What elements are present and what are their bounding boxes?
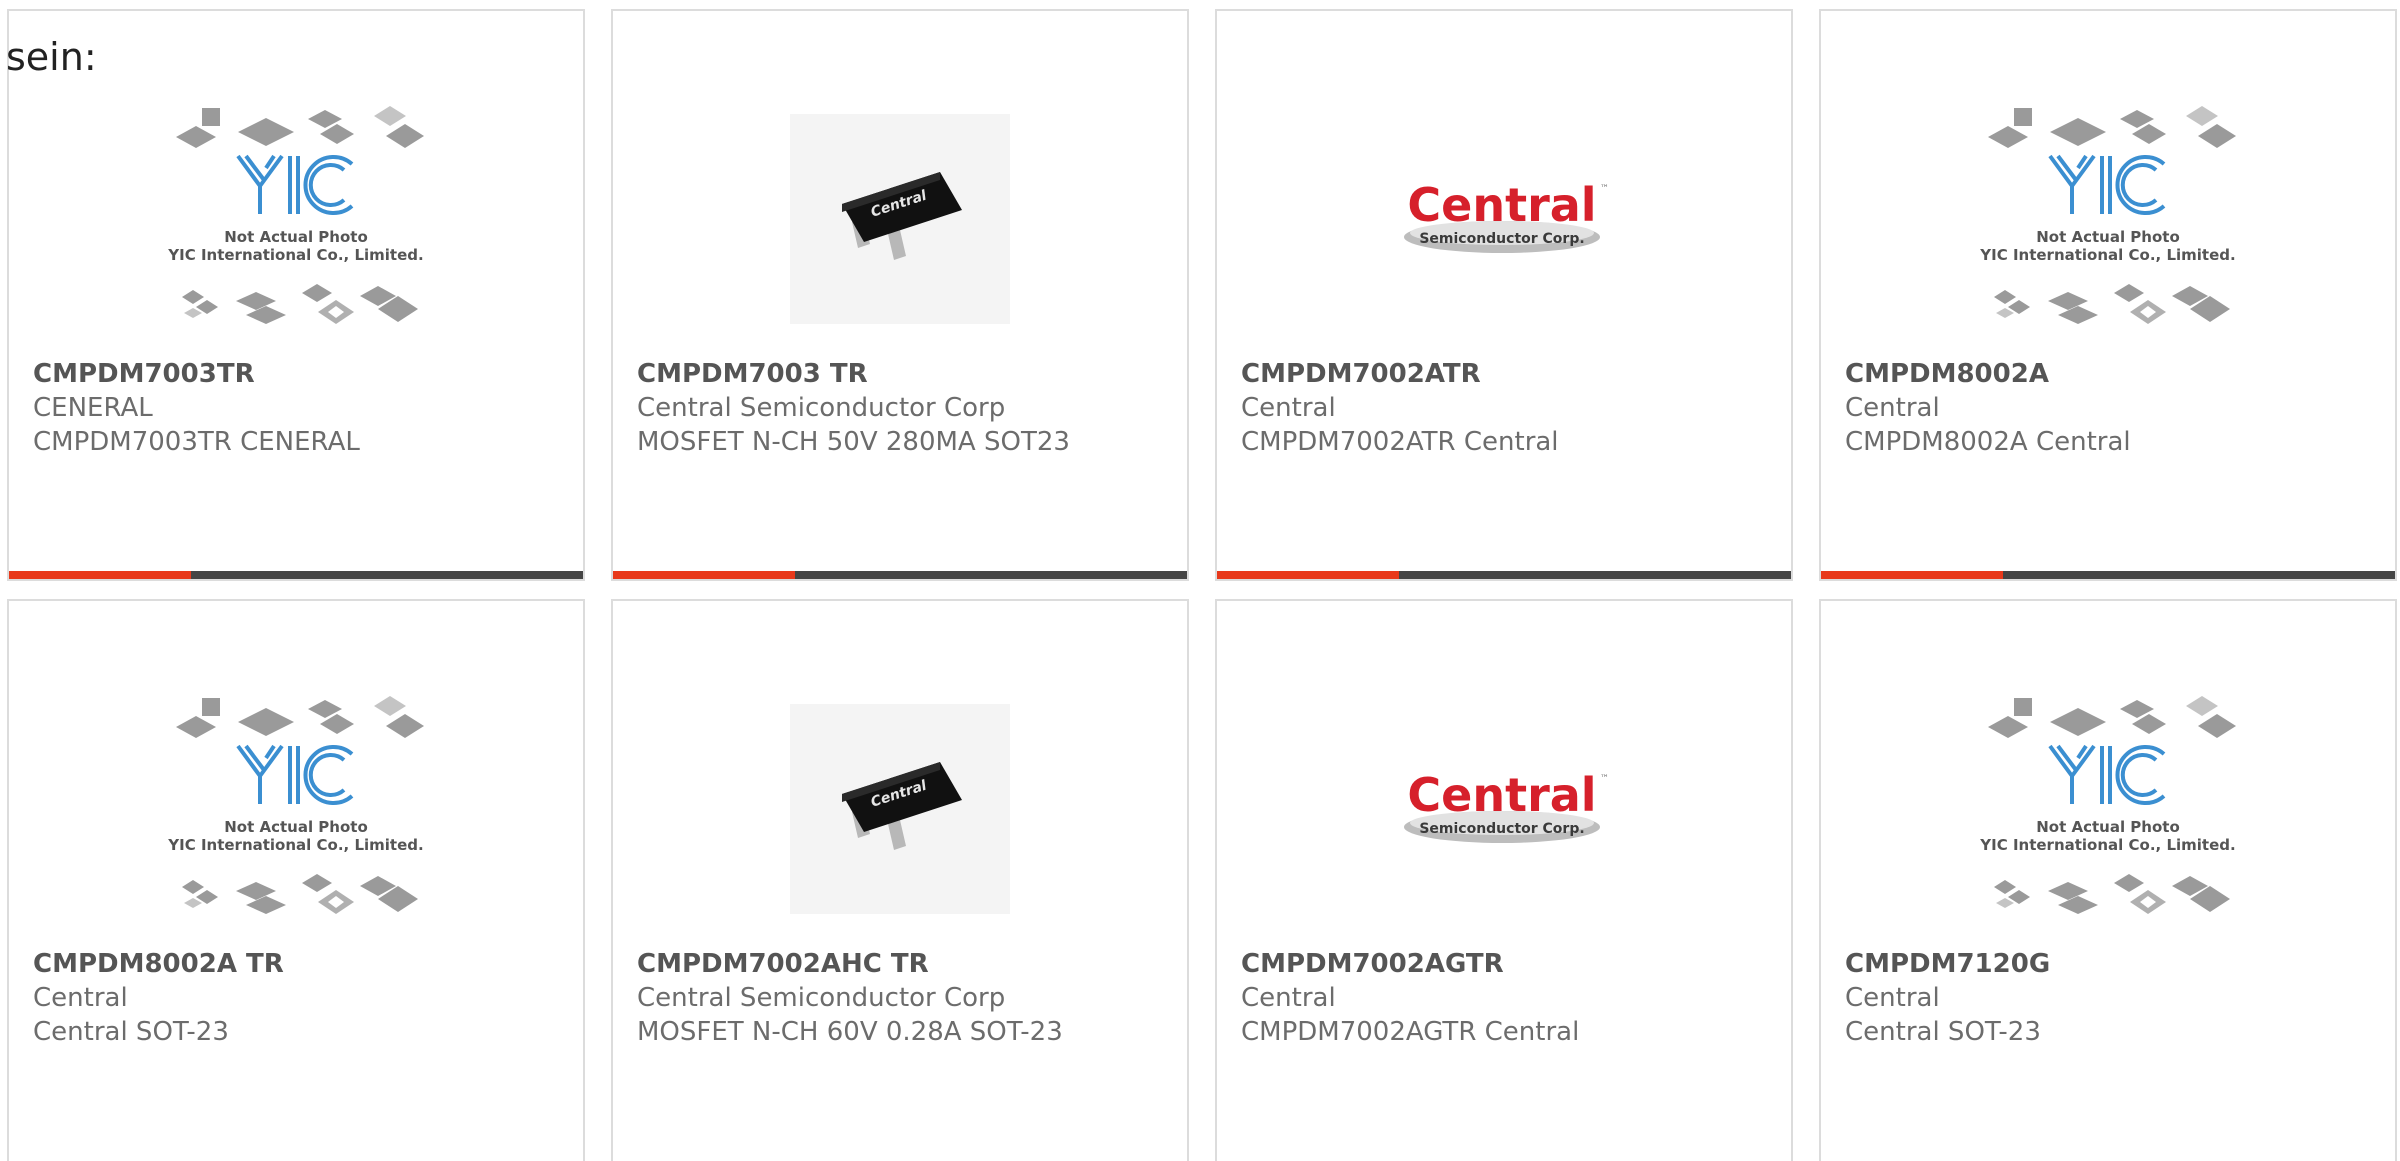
product-image: Central ™ Semiconductor Corp. (1217, 676, 1791, 941)
sot23-chip-image: Central (790, 113, 1010, 324)
product-description: CMPDM8002A Central (1845, 427, 2131, 457)
product-manufacturer: Central Semiconductor Corp (637, 983, 1006, 1013)
section-heading: sein: (6, 35, 97, 79)
svg-text:Not Actual Photo: Not Actual Photo (224, 818, 368, 836)
yic-placeholder-image: Not Actual PhotoYIC International Co., L… (1979, 105, 2236, 324)
svg-text:Semiconductor Corp.: Semiconductor Corp. (1419, 821, 1584, 837)
product-part-number[interactable]: CMPDM7003 TR (637, 357, 1171, 391)
sot23-chip-image: Central (790, 703, 1010, 914)
central-logo-image: Central ™ Semiconductor Corp. (1404, 768, 1609, 843)
product-info: CMPDM7003TR CENERAL CMPDM7003TR CENERAL (33, 357, 567, 459)
card-bottom-bar (1821, 571, 2395, 579)
product-card[interactable]: Central ™ Semiconductor Corp. CMPDM7002AGT… (1215, 599, 1793, 1161)
svg-text:Not Actual Photo: Not Actual Photo (2036, 818, 2180, 836)
yic-placeholder-image: Not Actual PhotoYIC International Co., L… (167, 105, 424, 324)
card-bottom-bar (1217, 571, 1791, 579)
product-image: Central ™ Semiconductor Corp. (1217, 86, 1791, 351)
product-grid-page: sein: Not Actual Photo YIC International … (0, 0, 2400, 1161)
product-card[interactable]: Not Actual Photo YIC International Co., L… (7, 599, 585, 1161)
product-description: MOSFET N-CH 60V 0.28A SOT-23 (637, 1017, 1063, 1047)
product-manufacturer: CENERAL (33, 393, 153, 423)
product-part-number[interactable]: CMPDM7002AGTR (1241, 947, 1775, 981)
product-description: CMPDM7002ATR Central (1241, 427, 1559, 457)
svg-text:YIC International Co., Limited: YIC International Co., Limited. (1979, 246, 2235, 264)
product-image: Not Actual Photo YIC International Co., L… (1821, 676, 2395, 941)
product-image: Central (613, 86, 1187, 351)
product-image: Central (613, 676, 1187, 941)
product-part-number[interactable]: CMPDM7002ATR (1241, 357, 1775, 391)
product-card[interactable]: Central CMPDM7002AHC TR Central Semicond… (611, 599, 1189, 1161)
product-description: CMPDM7002AGTR Central (1241, 1017, 1580, 1047)
product-part-number[interactable]: CMPDM7120G (1845, 947, 2379, 981)
card-bottom-bar (9, 571, 583, 579)
product-part-number[interactable]: CMPDM8002A TR (33, 947, 567, 981)
product-info: CMPDM7002ATR Central CMPDM7002ATR Centra… (1241, 357, 1775, 459)
card-bottom-bar (613, 571, 1187, 579)
product-card[interactable]: Not Actual Photo YIC International Co., L… (1819, 599, 2397, 1161)
product-manufacturer: Central (1241, 983, 1336, 1013)
product-info: CMPDM7002AGTR Central CMPDM7002AGTR Cent… (1241, 947, 1775, 1049)
svg-text:™: ™ (1600, 184, 1609, 194)
product-image: Not Actual Photo YIC International Co., L… (9, 676, 583, 941)
product-info: CMPDM7002AHC TR Central Semiconductor Co… (637, 947, 1171, 1049)
product-description: Central SOT-23 (1845, 1017, 2041, 1047)
product-part-number[interactable]: CMPDM7003TR (33, 357, 567, 391)
product-manufacturer: Central (33, 983, 128, 1013)
product-info: CMPDM7003 TR Central Semiconductor Corp … (637, 357, 1171, 459)
product-manufacturer: Central (1241, 393, 1336, 423)
svg-text:Semiconductor Corp.: Semiconductor Corp. (1419, 231, 1584, 247)
product-card[interactable]: Central CMPDM7003 TR Central Semiconduct… (611, 9, 1189, 581)
product-part-number[interactable]: CMPDM7002AHC TR (637, 947, 1171, 981)
svg-text:Central: Central (1407, 768, 1596, 822)
svg-text:YIC International Co., Limited: YIC International Co., Limited. (1979, 836, 2235, 854)
product-info: CMPDM8002A TR Central Central SOT-23 (33, 947, 567, 1049)
svg-text:YIC International Co., Limited: YIC International Co., Limited. (167, 836, 423, 854)
product-info: CMPDM8002A Central CMPDM8002A Central (1845, 357, 2379, 459)
product-part-number[interactable]: CMPDM8002A (1845, 357, 2379, 391)
product-manufacturer: Central (1845, 983, 1940, 1013)
svg-text:Not Actual Photo: Not Actual Photo (2036, 228, 2180, 246)
product-card[interactable]: Not Actual Photo YIC International Co., L… (7, 9, 585, 581)
central-logo-image: Central ™ Semiconductor Corp. (1404, 178, 1609, 253)
product-info: CMPDM7120G Central Central SOT-23 (1845, 947, 2379, 1049)
yic-placeholder-image: Not Actual PhotoYIC International Co., L… (167, 695, 424, 914)
product-manufacturer: Central Semiconductor Corp (637, 393, 1006, 423)
product-manufacturer: Central (1845, 393, 1940, 423)
product-card[interactable]: Not Actual Photo YIC International Co., L… (1819, 9, 2397, 581)
product-description: MOSFET N-CH 50V 280MA SOT23 (637, 427, 1070, 457)
product-image: Not Actual Photo YIC International Co., L… (1821, 86, 2395, 351)
product-description: Central SOT-23 (33, 1017, 229, 1047)
svg-text:Not Actual Photo: Not Actual Photo (224, 228, 368, 246)
yic-placeholder-image: Not Actual PhotoYIC International Co., L… (1979, 695, 2236, 914)
svg-text:™: ™ (1600, 774, 1609, 784)
product-card[interactable]: Central ™ Semiconductor Corp. CMPDM7002ATR… (1215, 9, 1793, 581)
svg-text:Central: Central (1407, 178, 1596, 232)
product-image: Not Actual Photo YIC International Co., L… (9, 86, 583, 351)
product-description: CMPDM7003TR CENERAL (33, 427, 360, 457)
svg-text:YIC International Co., Limited: YIC International Co., Limited. (167, 246, 423, 264)
